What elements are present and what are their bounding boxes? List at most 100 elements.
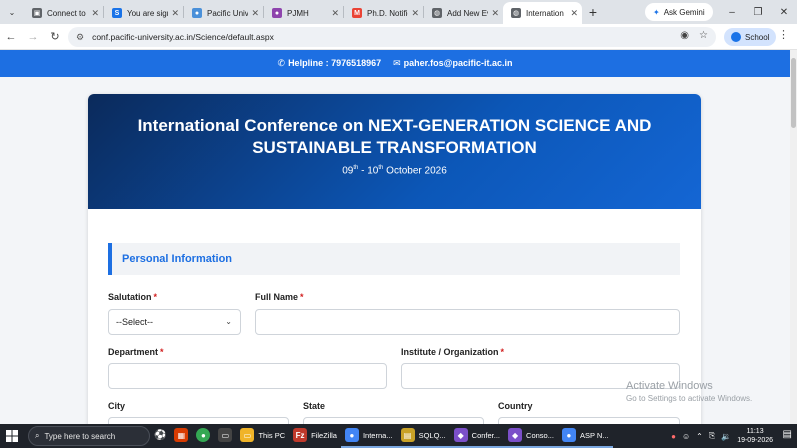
taskbar-app-button[interactable]: ▭ This PC — [236, 424, 289, 448]
taskbar-app-button[interactable]: ◆ Conso... — [504, 424, 558, 448]
widgets-icon[interactable]: ⚽ — [150, 424, 170, 448]
app-label: FileZilla — [311, 430, 337, 440]
email-text: paher.fos@pacific-it.ac.in — [403, 58, 513, 68]
chevron-up-icon[interactable]: ⌃ — [696, 432, 703, 441]
terminal-taskbar-icon[interactable]: ▭ — [214, 424, 236, 448]
full-name-input[interactable] — [255, 309, 680, 335]
app-label: Interna... — [362, 430, 393, 440]
taskbar-search[interactable]: ⌕ Type here to search — [28, 426, 150, 446]
url-text[interactable]: conf.pacific-university.ac.in/Science/de… — [92, 32, 274, 42]
tab-close-icon[interactable]: ✕ — [171, 8, 179, 19]
watermark-title: Activate Windows — [626, 380, 713, 392]
department-input[interactable] — [108, 363, 387, 389]
tab-title: PJMH — [287, 8, 309, 18]
tab-close-icon[interactable]: ✕ — [491, 8, 499, 19]
profile-button[interactable]: School — [724, 28, 777, 46]
ask-gemini-button[interactable]: ✦ Ask Gemini — [645, 3, 713, 21]
search-icon: ⌕ — [35, 431, 40, 440]
date-month-year: October 2026 — [383, 165, 447, 177]
institute-label: Institute / Organization * — [401, 347, 505, 357]
email-link[interactable]: ✉ paher.fos@pacific-it.ac.in — [393, 58, 512, 69]
browser-tab[interactable]: ▣ Connect to netw✕ — [24, 2, 103, 24]
tab-favicon-icon: ● — [192, 8, 202, 18]
city-input[interactable] — [108, 417, 289, 424]
tab-favicon-icon: ● — [272, 8, 282, 18]
helpline[interactable]: ✆ Helpline : 7976518967 — [278, 58, 382, 69]
system-clock[interactable]: 11:13 19-09-2026 — [737, 427, 773, 445]
conference-banner: International Conference on NEXT-GENERAT… — [88, 94, 701, 209]
tab-title: Internation — [526, 8, 564, 18]
tab-list: ▣Connect to netw✕SYou are signed✕ ● Pacifi… — [24, 0, 582, 24]
personal-information-header: Personal Information — [108, 243, 680, 275]
bookmark-star-icon[interactable]: ☆ — [699, 30, 708, 41]
people-icon[interactable]: ☺ — [682, 432, 690, 441]
back-arrow-icon[interactable]: ← — [0, 26, 22, 48]
browser-tab[interactable]: M Ph.D. Notificat✕ — [344, 2, 423, 24]
tab-close-icon[interactable]: ✕ — [570, 8, 578, 19]
taskbar-app-button[interactable]: ● ASP N... — [557, 424, 613, 448]
ask-gemini-label: Ask Gemini — [663, 7, 705, 17]
chrome-taskbar-icon[interactable]: ● — [192, 424, 214, 448]
browser-menu-icon[interactable]: ⋮ — [778, 28, 789, 41]
forward-arrow-icon[interactable]: → — [22, 26, 44, 48]
tab-favicon-icon: ◍ — [432, 8, 442, 18]
tab-title: Add New Ev — [447, 8, 489, 18]
address-bar[interactable]: ⚙ conf.pacific-university.ac.in/Science/… — [68, 27, 716, 47]
site-info-icon[interactable]: ⚙ — [76, 32, 84, 43]
tab-search-chevron-icon[interactable]: ⌄ — [0, 0, 24, 24]
close-window-button[interactable]: ✕ — [771, 0, 797, 24]
helpline-text: Helpline : 7976518967 — [288, 58, 382, 68]
app-label: This PC — [258, 430, 286, 440]
app-icon: Fz — [293, 428, 308, 442]
app-label: Confer... — [471, 430, 501, 440]
department-label: Department * — [108, 347, 164, 357]
app-label: SQLQ... — [418, 430, 446, 440]
restore-button[interactable]: ❐ — [745, 0, 771, 24]
tracking-protection-icon[interactable]: ◉ — [680, 30, 689, 41]
section-title: Personal Information — [122, 253, 233, 265]
gemini-sparkle-icon: ✦ — [653, 7, 660, 17]
taskbar-app-button[interactable]: ◆ Confer... — [449, 424, 505, 448]
salutation-label: Salutation * — [108, 292, 158, 302]
taskbar-app-button[interactable]: Fz FileZilla — [289, 424, 341, 448]
browser-tab[interactable]: ● Pacific Univers✕ — [184, 2, 263, 24]
salutation-select[interactable]: --Select-- ⌄ — [108, 309, 241, 335]
city-label: City — [108, 401, 126, 411]
taskbar-app-button[interactable]: ● Interna... — [340, 424, 397, 448]
taskbar-app-button[interactable]: ▤ SQLQ... — [396, 424, 450, 448]
reload-icon[interactable]: ↻ — [44, 26, 66, 48]
tab-title: Pacific Univers — [207, 8, 249, 18]
tab-close-icon[interactable]: ✕ — [91, 8, 99, 19]
action-center-icon[interactable]: ▤ — [783, 429, 792, 440]
notification-badge[interactable]: ● — [671, 432, 676, 441]
app-icon: ◆ — [453, 428, 468, 442]
clock-time: 11:13 — [746, 428, 764, 435]
browser-tab[interactable]: ◍ Add New Ev ✕ — [424, 2, 503, 24]
browser-tab[interactable]: ◍ Internation ✕ — [503, 2, 582, 24]
app-icon: ● — [561, 428, 576, 442]
required-asterisk: * — [153, 292, 158, 302]
browser-tab[interactable]: ● PJMH ✕ — [264, 2, 343, 24]
watermark-subtitle: Go to Settings to activate Windows. — [626, 394, 753, 403]
tab-close-icon[interactable]: ✕ — [251, 8, 259, 19]
windows-taskbar: ⌕ Type here to search ⚽ ▦ ● ▭ ▭ This PC Fz… — [0, 424, 797, 448]
task-view-icon[interactable]: ▦ — [170, 424, 192, 448]
country-input[interactable] — [498, 417, 680, 424]
new-tab-button[interactable]: + — [582, 4, 604, 20]
tab-favicon-icon: S — [112, 8, 122, 18]
network-icon[interactable]: ⎘ — [709, 431, 715, 441]
tab-close-icon[interactable]: ✕ — [411, 8, 419, 19]
profile-avatar-icon — [731, 32, 741, 42]
taskbar-apps: ▭ This PC Fz FileZilla ● Interna... ▤ SQLQ... ◆ C… — [236, 424, 613, 448]
state-input[interactable] — [303, 417, 484, 424]
tab-favicon-icon: ▣ — [32, 8, 42, 18]
chevron-down-icon: ⌄ — [225, 317, 232, 326]
browser-tab[interactable]: S You are signed✕ — [104, 2, 183, 24]
start-button[interactable] — [0, 424, 24, 448]
required-asterisk: * — [500, 347, 505, 357]
tab-close-icon[interactable]: ✕ — [331, 8, 339, 19]
volume-icon[interactable]: 🔉 — [721, 432, 731, 441]
minimize-button[interactable]: – — [719, 0, 745, 24]
conference-title: International Conference on NEXT-GENERAT… — [137, 116, 652, 157]
scrollbar-thumb[interactable] — [791, 58, 796, 128]
